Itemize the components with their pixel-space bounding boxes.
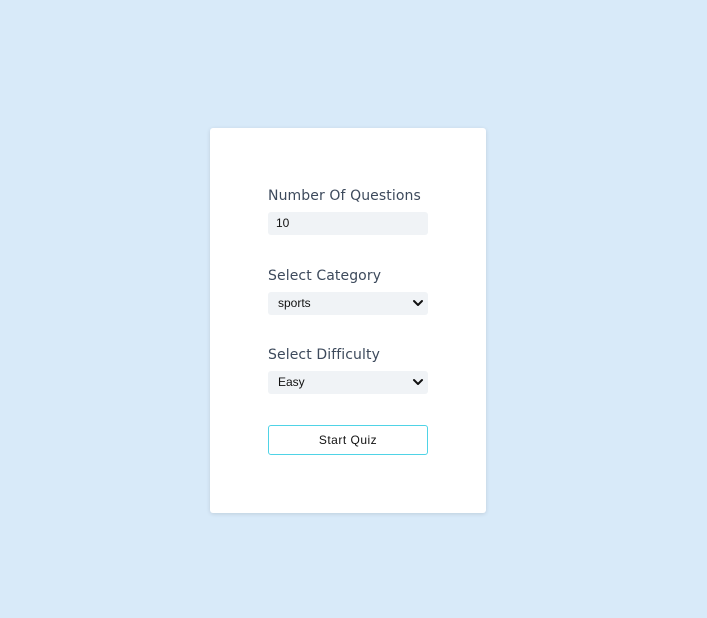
- chevron-down-icon: [413, 300, 423, 306]
- difficulty-select[interactable]: Easy: [268, 371, 428, 394]
- questions-label: Number Of Questions: [268, 188, 421, 204]
- category-select[interactable]: sports: [268, 292, 428, 315]
- start-quiz-button[interactable]: Start Quiz: [268, 425, 428, 455]
- difficulty-label: Select Difficulty: [268, 347, 380, 363]
- quiz-setup-card: Number Of Questions 10 Select Category s…: [210, 128, 486, 513]
- questions-field: Number Of Questions 10: [268, 188, 428, 235]
- category-field: Select Category sports: [268, 268, 428, 315]
- category-selected-value: sports: [278, 296, 311, 310]
- chevron-down-icon: [413, 379, 423, 385]
- difficulty-field: Select Difficulty Easy: [268, 347, 428, 394]
- questions-input[interactable]: 10: [268, 212, 428, 235]
- category-label: Select Category: [268, 268, 382, 284]
- difficulty-selected-value: Easy: [278, 375, 305, 389]
